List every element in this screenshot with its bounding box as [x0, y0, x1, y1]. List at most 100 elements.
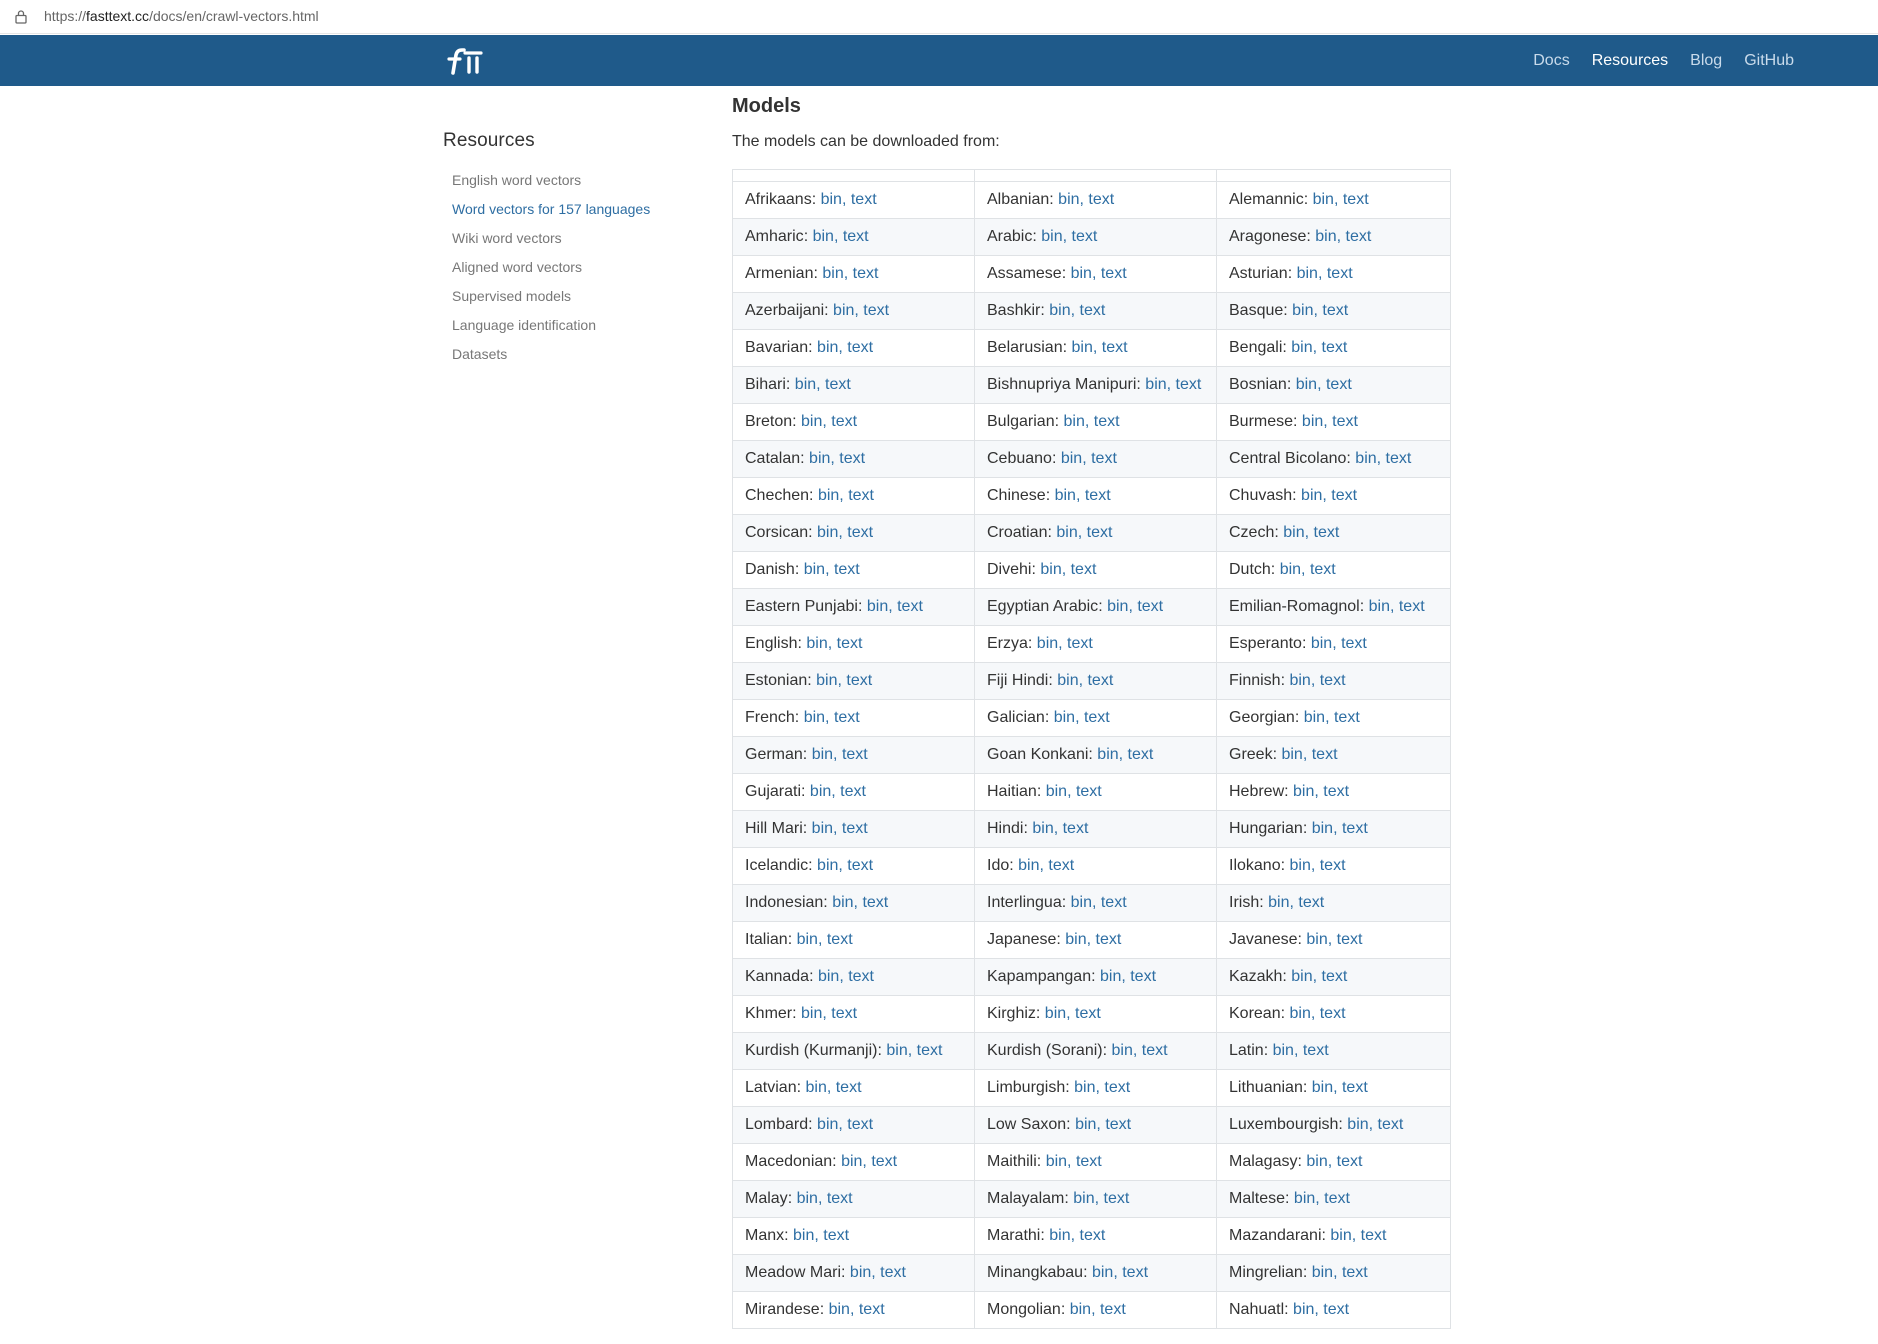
text-download-link[interactable]: text — [837, 635, 863, 652]
bin-download-link[interactable]: bin — [1145, 376, 1166, 393]
bin-download-link[interactable]: bin — [1056, 524, 1077, 541]
bin-download-link[interactable]: bin — [1291, 968, 1312, 985]
text-download-link[interactable]: text — [1104, 1079, 1130, 1096]
bin-download-link[interactable]: bin — [1049, 1227, 1070, 1244]
bin-download-link[interactable]: bin — [829, 1301, 850, 1318]
bin-download-link[interactable]: bin — [1313, 191, 1334, 208]
bin-download-link[interactable]: bin — [1315, 228, 1336, 245]
bin-download-link[interactable]: bin — [1296, 376, 1317, 393]
bin-download-link[interactable]: bin — [801, 413, 822, 430]
bin-download-link[interactable]: bin — [1058, 191, 1079, 208]
nav-link-blog[interactable]: Blog — [1690, 52, 1722, 70]
bin-download-link[interactable]: bin — [1289, 1005, 1310, 1022]
text-download-link[interactable]: text — [1067, 635, 1093, 652]
bin-download-link[interactable]: bin — [886, 1042, 907, 1059]
text-download-link[interactable]: text — [1087, 524, 1113, 541]
text-download-link[interactable]: text — [1327, 265, 1353, 282]
bin-download-link[interactable]: bin — [1057, 672, 1078, 689]
bin-download-link[interactable]: bin — [817, 339, 838, 356]
sidebar-item[interactable]: Word vectors for 157 languages — [443, 195, 703, 224]
text-download-link[interactable]: text — [848, 968, 874, 985]
bin-download-link[interactable]: bin — [1071, 265, 1092, 282]
text-download-link[interactable]: text — [1076, 783, 1102, 800]
text-download-link[interactable]: text — [847, 339, 873, 356]
bin-download-link[interactable]: bin — [805, 1079, 826, 1096]
text-download-link[interactable]: text — [1088, 191, 1114, 208]
bin-download-link[interactable]: bin — [806, 635, 827, 652]
bin-download-link[interactable]: bin — [1046, 1153, 1067, 1170]
bin-download-link[interactable]: bin — [1268, 894, 1289, 911]
bin-download-link[interactable]: bin — [1304, 709, 1325, 726]
text-download-link[interactable]: text — [1324, 1190, 1350, 1207]
text-download-link[interactable]: text — [853, 265, 879, 282]
bin-download-link[interactable]: bin — [1065, 931, 1086, 948]
text-download-link[interactable]: text — [834, 709, 860, 726]
bin-download-link[interactable]: bin — [1046, 783, 1067, 800]
bin-download-link[interactable]: bin — [1355, 450, 1376, 467]
text-download-link[interactable]: text — [831, 1005, 857, 1022]
bin-download-link[interactable]: bin — [822, 265, 843, 282]
text-download-link[interactable]: text — [836, 1079, 862, 1096]
text-download-link[interactable]: text — [1076, 1153, 1102, 1170]
text-download-link[interactable]: text — [827, 1190, 853, 1207]
text-download-link[interactable]: text — [1399, 598, 1425, 615]
text-download-link[interactable]: text — [1361, 1227, 1387, 1244]
bin-download-link[interactable]: bin — [801, 1005, 822, 1022]
text-download-link[interactable]: text — [1322, 339, 1348, 356]
text-download-link[interactable]: text — [1087, 672, 1113, 689]
bin-download-link[interactable]: bin — [1072, 339, 1093, 356]
bin-download-link[interactable]: bin — [1107, 598, 1128, 615]
bin-download-link[interactable]: bin — [1097, 746, 1118, 763]
text-download-link[interactable]: text — [1091, 450, 1117, 467]
text-download-link[interactable]: text — [1072, 228, 1098, 245]
bin-download-link[interactable]: bin — [1070, 1301, 1091, 1318]
text-download-link[interactable]: text — [847, 857, 873, 874]
sidebar-item[interactable]: Aligned word vectors — [443, 253, 703, 282]
sidebar-item[interactable]: Language identification — [443, 311, 703, 340]
text-download-link[interactable]: text — [827, 931, 853, 948]
text-download-link[interactable]: text — [1322, 968, 1348, 985]
bin-download-link[interactable]: bin — [804, 709, 825, 726]
bin-download-link[interactable]: bin — [795, 376, 816, 393]
text-download-link[interactable]: text — [1080, 1227, 1106, 1244]
text-download-link[interactable]: text — [851, 191, 877, 208]
sidebar-item[interactable]: Wiki word vectors — [443, 224, 703, 253]
bin-download-link[interactable]: bin — [816, 672, 837, 689]
bin-download-link[interactable]: bin — [1312, 820, 1333, 837]
text-download-link[interactable]: text — [1386, 450, 1412, 467]
text-download-link[interactable]: text — [834, 561, 860, 578]
bin-download-link[interactable]: bin — [797, 1190, 818, 1207]
bin-download-link[interactable]: bin — [1293, 783, 1314, 800]
bin-download-link[interactable]: bin — [1281, 746, 1302, 763]
sidebar-item[interactable]: Datasets — [443, 340, 703, 369]
bin-download-link[interactable]: bin — [1064, 413, 1085, 430]
text-download-link[interactable]: text — [1326, 376, 1352, 393]
bin-download-link[interactable]: bin — [1311, 635, 1332, 652]
bin-download-link[interactable]: bin — [841, 1153, 862, 1170]
text-download-link[interactable]: text — [1342, 820, 1368, 837]
bin-download-link[interactable]: bin — [1301, 487, 1322, 504]
bin-download-link[interactable]: bin — [833, 302, 854, 319]
text-download-link[interactable]: text — [1310, 561, 1336, 578]
bin-download-link[interactable]: bin — [1312, 1079, 1333, 1096]
bin-download-link[interactable]: bin — [1330, 1227, 1351, 1244]
text-download-link[interactable]: text — [1342, 1264, 1368, 1281]
bin-download-link[interactable]: bin — [1071, 894, 1092, 911]
bin-download-link[interactable]: bin — [1075, 1116, 1096, 1133]
text-download-link[interactable]: text — [1101, 265, 1127, 282]
text-download-link[interactable]: text — [1303, 1042, 1329, 1059]
nav-link-docs[interactable]: Docs — [1533, 52, 1569, 70]
bin-download-link[interactable]: bin — [1092, 1264, 1113, 1281]
bin-download-link[interactable]: bin — [1297, 265, 1318, 282]
text-download-link[interactable]: text — [1096, 931, 1122, 948]
text-download-link[interactable]: text — [1075, 1005, 1101, 1022]
text-download-link[interactable]: text — [1298, 894, 1324, 911]
text-download-link[interactable]: text — [859, 1301, 885, 1318]
text-download-link[interactable]: text — [1342, 1079, 1368, 1096]
bin-download-link[interactable]: bin — [797, 931, 818, 948]
text-download-link[interactable]: text — [1080, 302, 1106, 319]
text-download-link[interactable]: text — [1137, 598, 1163, 615]
text-download-link[interactable]: text — [1122, 1264, 1148, 1281]
text-download-link[interactable]: text — [871, 1153, 897, 1170]
bin-download-link[interactable]: bin — [817, 1116, 838, 1133]
